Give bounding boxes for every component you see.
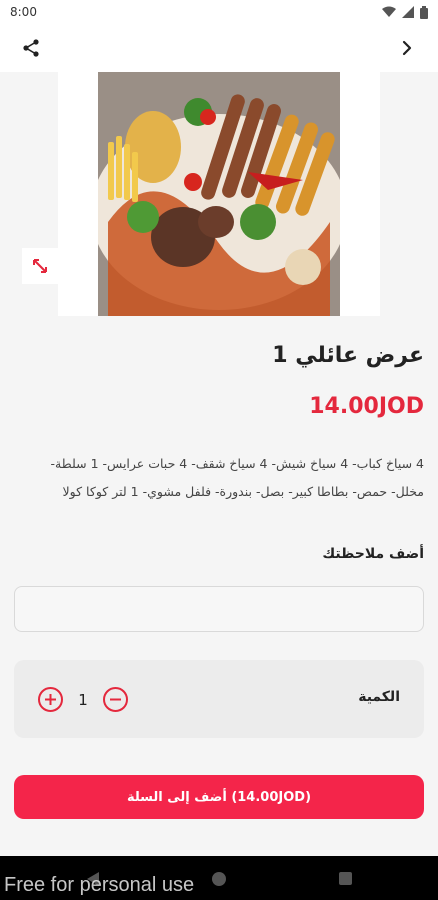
- plus-icon: [45, 694, 56, 705]
- share-icon: [23, 39, 39, 57]
- product-photo[interactable]: [98, 72, 340, 316]
- quantity-card: الكمية 1: [14, 660, 424, 738]
- notes-label: أضف ملاحظتك: [322, 546, 424, 562]
- wifi-icon: [382, 6, 396, 17]
- product-description: 4 سياخ كباب- 4 سياخ شيش- 4 سياخ شقف- 4 ح…: [50, 456, 424, 499]
- food-platter-image: [98, 72, 340, 316]
- notes-input[interactable]: [14, 586, 424, 632]
- home-circle-icon[interactable]: [211, 871, 227, 887]
- signal-icon: [402, 6, 414, 18]
- minus-icon: [110, 698, 121, 701]
- chevron-right-icon: [402, 40, 412, 56]
- watermark-text: Free for personal use: [4, 874, 195, 896]
- status-icons: [382, 5, 428, 19]
- quantity-stepper: 1: [38, 687, 128, 712]
- status-bar: 8:00: [0, 0, 438, 24]
- forward-button[interactable]: [394, 35, 420, 61]
- expand-image-button[interactable]: [22, 248, 58, 284]
- product-title: عرض عائلي 1: [272, 343, 424, 368]
- decrease-quantity-button[interactable]: [103, 687, 128, 712]
- product-image-frame: [58, 72, 380, 316]
- status-time: 8:00: [10, 5, 37, 19]
- quantity-label: الكمية: [358, 689, 400, 705]
- recents-square-icon[interactable]: [338, 871, 353, 886]
- product-price: 14.00JOD: [309, 394, 424, 419]
- battery-icon: [420, 5, 428, 19]
- expand-icon: [33, 259, 47, 273]
- quantity-value: 1: [78, 690, 88, 709]
- increase-quantity-button[interactable]: [38, 687, 63, 712]
- add-to-cart-button[interactable]: أضف إلى السلة (14.00JOD): [14, 775, 424, 819]
- share-button[interactable]: [18, 35, 44, 61]
- app-bar: [0, 24, 438, 72]
